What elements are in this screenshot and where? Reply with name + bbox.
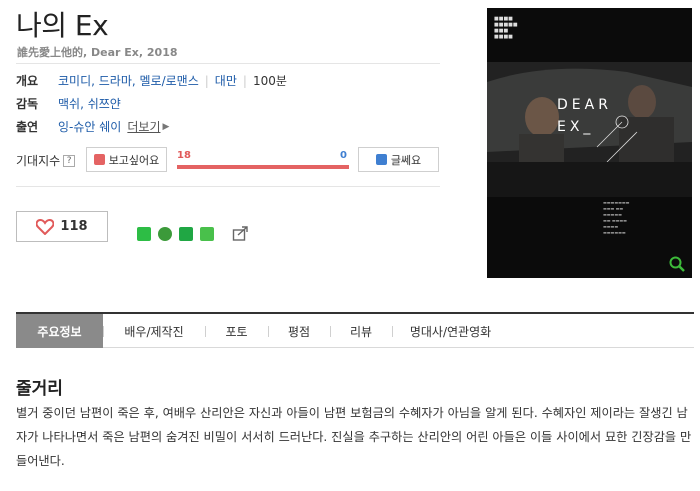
synopsis-heading: 줄거리	[16, 379, 63, 399]
tab-photos[interactable]: 포토	[205, 314, 268, 348]
expectation-bar-track	[177, 165, 349, 169]
thumbs-down-icon	[375, 154, 387, 165]
nope-count: 0	[340, 150, 347, 161]
movie-subtitle: 誰先愛上他的, Dear Ex, 2018	[17, 46, 178, 59]
director-key: 감독	[16, 97, 39, 111]
tab-quotes-related[interactable]: 명대사/연관영화	[392, 314, 509, 348]
tab-ratings[interactable]: 평점	[268, 314, 330, 348]
synopsis-text: 별거 중이던 남편이 죽은 후, 여배우 산리안은 자신과 아들이 남편 보험금…	[16, 406, 692, 468]
want-count: 18	[177, 150, 191, 161]
poster-title-line1: DEAR	[557, 97, 612, 113]
poster-credits: ▬▬▬▬▬▬▬ ▬▬▬ ▬▬ ▬▬▬▬▬ ▬▬ ▬▬▬▬ ▬▬▬▬ ▬▬▬▬▬▬	[603, 200, 630, 235]
director-row: 감독 맥쉬, 쉬쯔얀	[16, 95, 121, 112]
zoom-icon[interactable]	[669, 256, 685, 272]
more-cast-link[interactable]: 더보기	[127, 118, 160, 135]
poster-title: DEAR EX_	[557, 94, 612, 138]
bookmark-icon[interactable]	[179, 227, 193, 241]
chevron-right-icon: ▶	[162, 121, 170, 132]
tab-reviews[interactable]: 리뷰	[330, 314, 392, 348]
help-icon[interactable]: ?	[63, 154, 76, 167]
thumbs-up-icon	[93, 154, 105, 165]
want-to-see-label: 보고싶어요	[108, 153, 160, 167]
band-icon[interactable]	[137, 227, 151, 241]
memo-icon[interactable]	[200, 227, 214, 241]
kakaostory-icon[interactable]	[158, 227, 172, 241]
movie-title: 나의 Ex	[16, 9, 109, 42]
not-sure-button[interactable]: 글쎄요	[358, 147, 439, 172]
want-to-see-button[interactable]: 보고싶어요	[86, 147, 167, 172]
genre-links[interactable]: 코미디, 드라마, 멜로/로맨스	[58, 72, 199, 89]
tab-main-info[interactable]: 주요정보	[16, 314, 103, 348]
cast-link[interactable]: 잉-슈안 쉐이	[58, 118, 121, 135]
separator: |	[242, 73, 247, 88]
country-link[interactable]: 대만	[215, 72, 237, 89]
director-link[interactable]: 맥쉬, 쉬쯔얀	[58, 95, 121, 112]
poster-title-line2: EX_	[557, 119, 595, 135]
overview-key: 개요	[16, 74, 39, 88]
poster-festival-badge: ■■■■ ■■■■■ ■■■ ■■■■	[494, 16, 518, 40]
tab-bar: 주요정보 배우/제작진 포토 평점 리뷰 명대사/연관영화	[16, 312, 694, 348]
separator: |	[204, 73, 209, 88]
overview-row: 개요 코미디, 드라마, 멜로/로맨스 | 대만 | 100분	[16, 72, 287, 89]
like-count: 118	[60, 219, 88, 234]
export-icon[interactable]	[232, 225, 250, 241]
divider	[16, 186, 440, 187]
divider	[16, 63, 440, 64]
cast-row: 출연 잉-슈안 쉐이 더보기 ▶	[16, 118, 169, 135]
expectation-label-group: 기대지수 ?	[16, 152, 76, 169]
cast-key: 출연	[16, 120, 39, 134]
movie-poster[interactable]: ■■■■ ■■■■■ ■■■ ■■■■ DEAR EX_ ▬▬▬▬▬▬▬ ▬▬▬ ▬▬ ▬…	[487, 8, 692, 278]
expectation-bar: 18 0	[177, 150, 349, 170]
runtime: 100분	[252, 74, 287, 88]
expectation-label: 기대지수	[16, 154, 61, 168]
heart-icon	[36, 218, 55, 235]
like-button[interactable]: 118	[16, 211, 108, 242]
tab-cast-crew[interactable]: 배우/제작진	[103, 314, 205, 348]
not-sure-label: 글쎄요	[390, 153, 422, 167]
expectation-bar-fill	[177, 165, 349, 169]
